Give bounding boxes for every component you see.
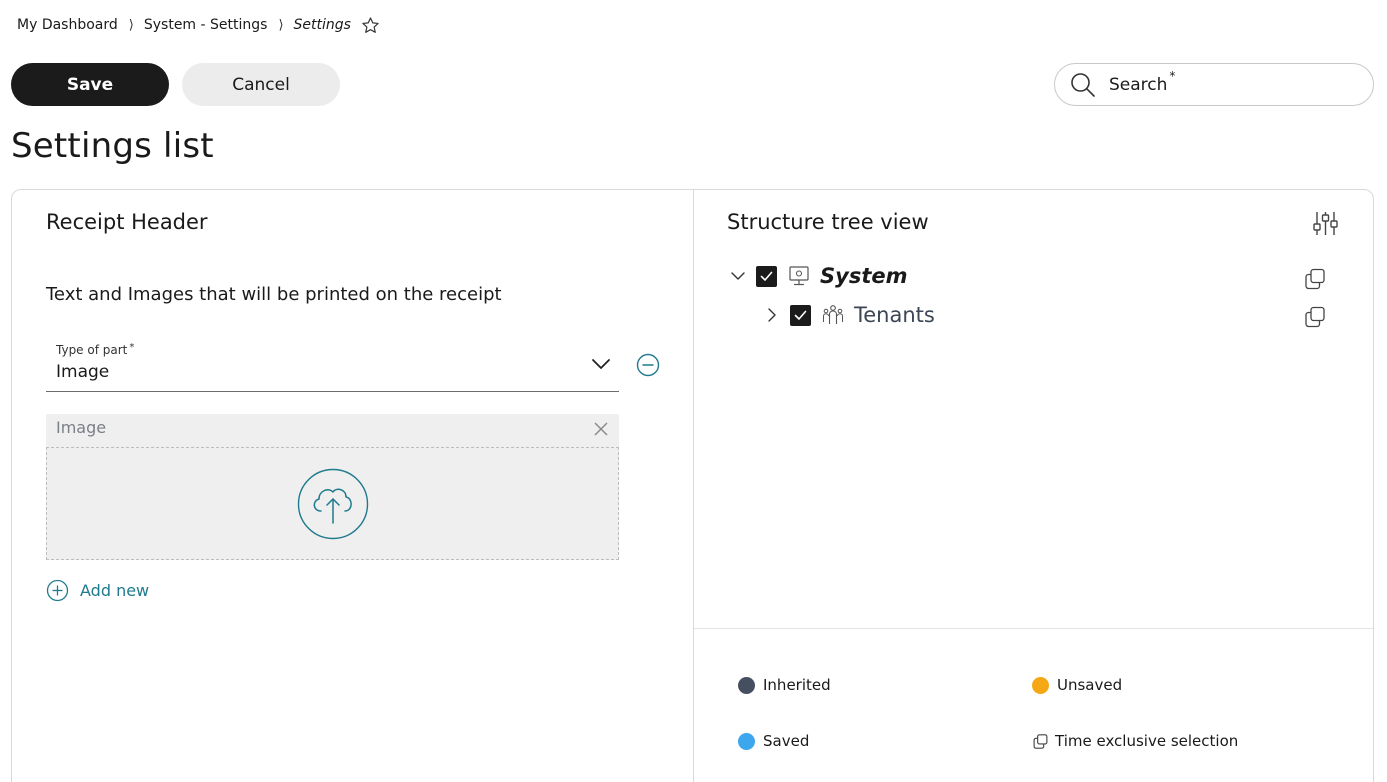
search-input[interactable]: Search * [1054,63,1374,106]
legend-unsaved: Unsaved [1032,676,1122,694]
tree-checkbox-system[interactable] [756,265,777,287]
search-icon [1069,71,1097,99]
legend-time-exclusive: Time exclusive selection [1032,732,1238,750]
copy-icon[interactable] [1303,267,1327,291]
tree-node-tenants-label: Tenants [854,303,935,327]
tree-node-system-label: System [820,264,908,288]
chevron-right-icon[interactable] [764,307,780,323]
type-of-part-label: Type of part * [56,342,135,357]
breadcrumb-separator: ⟩ [278,17,284,33]
favorite-star-icon[interactable] [361,16,380,35]
page-title: Settings list [11,126,214,166]
receipt-header-title: Receipt Header [46,210,208,234]
type-of-part-select[interactable]: Type of part * Image [46,339,619,392]
panel-divider [693,190,694,782]
remove-part-icon[interactable] [636,353,660,377]
inherited-dot-icon [738,676,755,694]
breadcrumb-item-current: Settings [293,17,351,33]
legend-divider [694,628,1373,629]
cloud-upload-icon[interactable] [297,468,369,540]
copy-icon [1032,733,1049,750]
filter-settings-icon[interactable] [1312,210,1339,237]
breadcrumb: My Dashboard ⟩ System - Settings ⟩ Setti… [17,14,380,36]
legend-time-exclusive-label: Time exclusive selection [1055,732,1239,750]
add-new-label: Add new [80,581,150,600]
image-dropzone[interactable] [46,447,619,560]
legend-unsaved-label: Unsaved [1057,676,1123,694]
legend-saved: Saved [738,732,809,750]
breadcrumb-item-dashboard[interactable]: My Dashboard [17,17,118,33]
image-upload-field: Image [46,414,619,560]
legend-inherited-label: Inherited [763,676,831,694]
receipt-description: Text and Images that will be printed on … [46,284,502,305]
saved-dot-icon [738,732,755,750]
search-label: Search * [1109,68,1176,95]
breadcrumb-separator: ⟩ [128,17,134,33]
cancel-button[interactable]: Cancel [182,63,340,106]
system-monitor-icon [787,264,811,288]
legend-saved-label: Saved [763,732,810,750]
type-of-part-value: Image [56,362,110,382]
chevron-down-icon[interactable] [730,268,746,284]
tree-node-tenants[interactable]: Tenants [764,301,935,329]
image-field-label: Image [56,418,107,437]
copy-icon[interactable] [1303,305,1327,329]
breadcrumb-item-system-settings[interactable]: System - Settings [144,17,268,33]
tree-checkbox-tenants[interactable] [790,304,811,326]
save-button[interactable]: Save [11,63,169,106]
close-icon[interactable] [593,421,609,437]
unsaved-dot-icon [1032,676,1049,694]
add-new-button[interactable]: Add new [46,579,149,602]
legend-inherited: Inherited [738,676,831,694]
image-field-header: Image [46,414,619,447]
plus-circle-icon [46,579,69,602]
tenants-group-icon [821,303,845,327]
chevron-down-icon [591,357,611,371]
tree-node-system[interactable]: System [730,262,907,290]
structure-tree-title: Structure tree view [727,210,929,234]
